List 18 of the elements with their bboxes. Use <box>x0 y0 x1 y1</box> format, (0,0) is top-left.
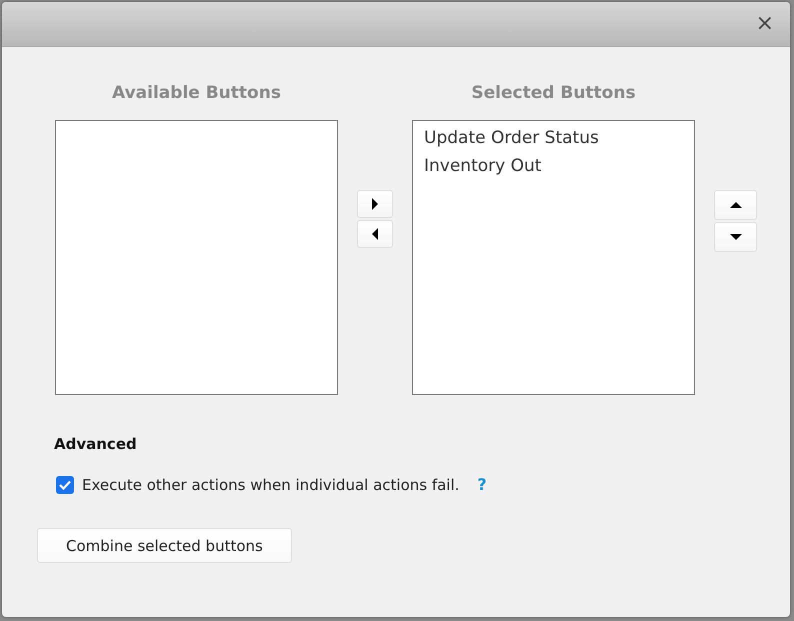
combine-button[interactable]: Combine selected buttons <box>37 528 292 563</box>
checkmark-icon <box>59 480 71 490</box>
column-heading: Available Buttons <box>112 83 281 103</box>
triangle-right-icon <box>369 198 381 210</box>
close-button[interactable]: × <box>754 13 776 35</box>
move-down-button[interactable] <box>714 222 757 252</box>
move-up-button[interactable] <box>714 190 757 220</box>
selected-list[interactable]: Update Order Status Inventory Out <box>412 120 695 395</box>
list-item[interactable]: Update Order Status <box>413 125 694 153</box>
add-button[interactable] <box>357 190 393 218</box>
triangle-down-icon <box>730 231 742 243</box>
triangle-up-icon <box>730 199 742 211</box>
checkbox[interactable] <box>56 476 74 494</box>
remove-button[interactable] <box>357 220 393 248</box>
list-item[interactable]: Inventory Out <box>413 153 694 181</box>
checkbox-label: Execute other actions when individual actions fail. <box>82 476 460 494</box>
section-heading: Advanced <box>54 435 138 453</box>
column-heading: Selected Buttons <box>471 83 636 103</box>
